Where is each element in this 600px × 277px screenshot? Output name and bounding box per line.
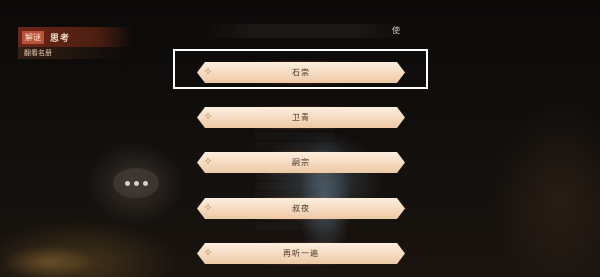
bubble-dot bbox=[142, 180, 148, 186]
sparkle-icon: ✧ bbox=[203, 155, 213, 168]
objective-text: 翻看名册 bbox=[18, 47, 124, 59]
chapter-banner: 解谜 思考 bbox=[18, 27, 132, 47]
choice-button-4[interactable]: ✧ 叔夜 bbox=[197, 198, 405, 219]
bubble-dot bbox=[133, 180, 139, 186]
bubble-dot bbox=[124, 180, 130, 186]
selection-highlight bbox=[173, 49, 428, 89]
choice-button-3[interactable]: ✧ 嗣宗 bbox=[197, 152, 405, 173]
speech-bubble-icon bbox=[113, 168, 159, 198]
choice-label: 嗣宗 bbox=[292, 158, 310, 167]
sparkle-icon: ✧ bbox=[203, 201, 213, 214]
sparkle-icon: ✧ bbox=[203, 110, 213, 123]
choice-label: 叔夜 bbox=[292, 204, 310, 213]
choice-button-5[interactable]: ✧ 再听一遍 bbox=[197, 243, 405, 264]
dialogue-text: 使 bbox=[392, 26, 400, 35]
puzzle-tag: 解谜 bbox=[22, 30, 44, 44]
sparkle-icon: ✧ bbox=[203, 246, 213, 259]
choice-label: 卫青 bbox=[292, 113, 310, 122]
background-pot bbox=[0, 240, 120, 277]
dialogue-strip bbox=[205, 24, 405, 38]
choice-label: 再听一遍 bbox=[283, 249, 319, 258]
chapter-title: 思考 bbox=[50, 33, 71, 44]
choice-button-2[interactable]: ✧ 卫青 bbox=[197, 107, 405, 128]
